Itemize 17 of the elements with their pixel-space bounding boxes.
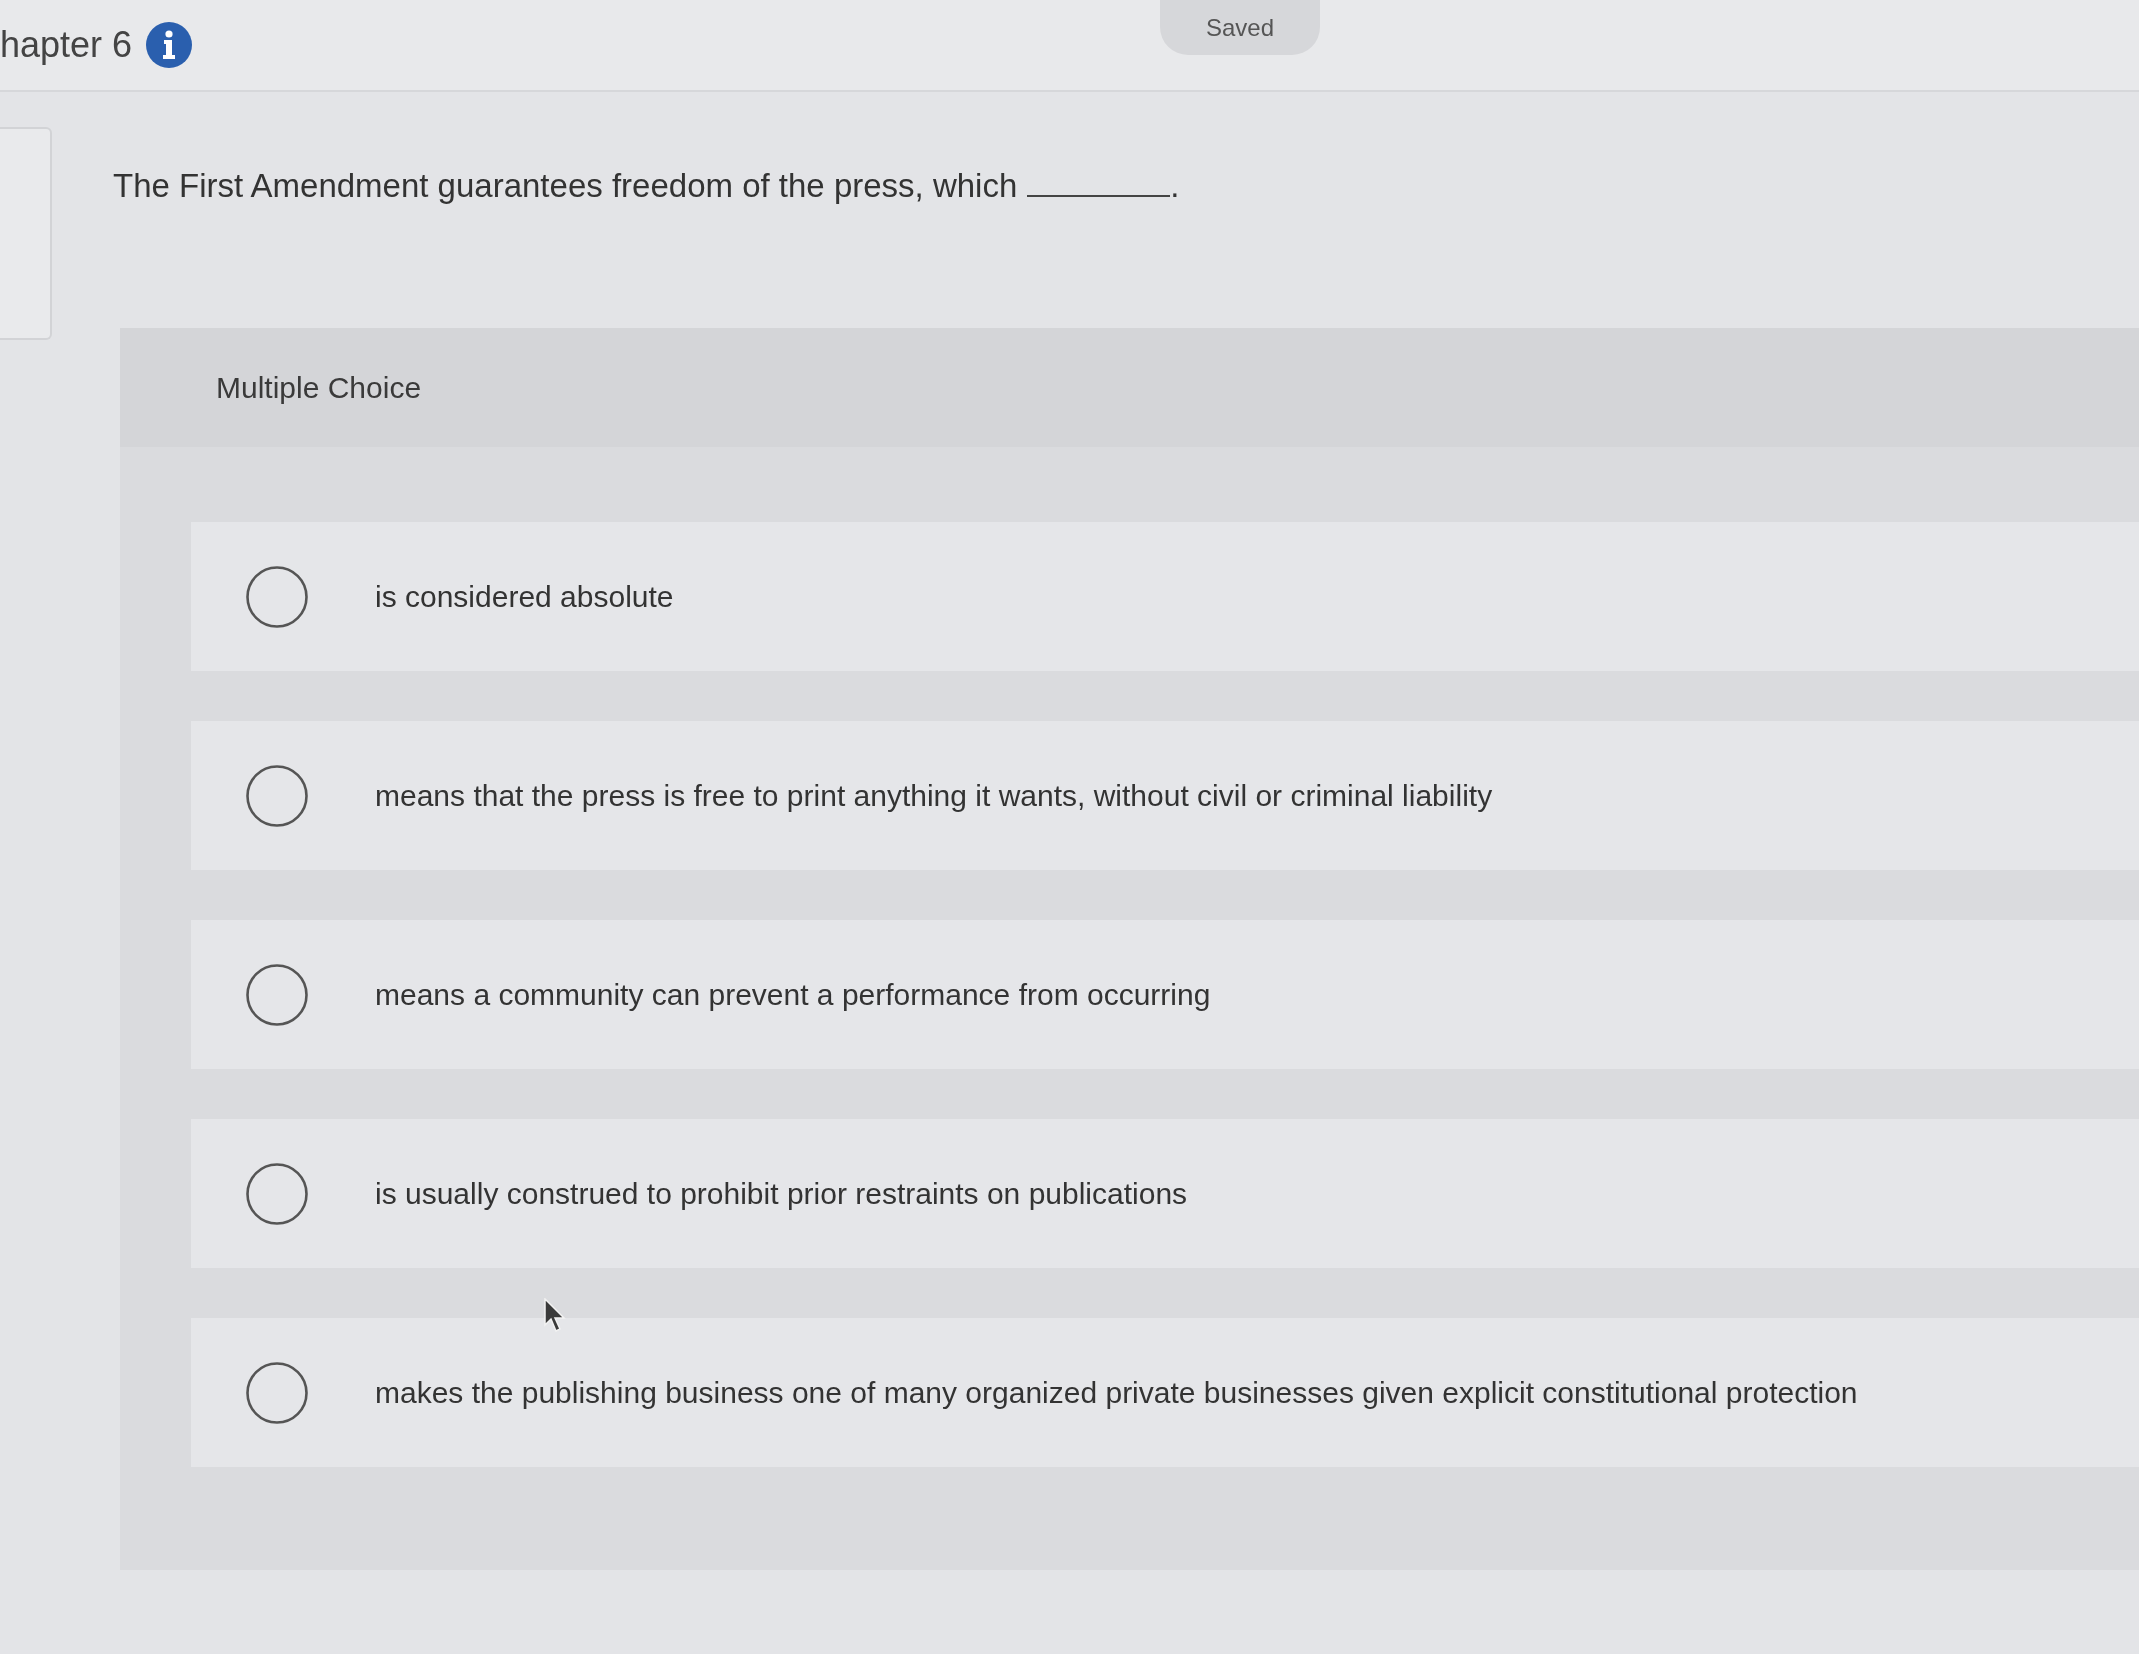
info-icon[interactable]: [146, 22, 193, 68]
question-end-mark: .: [1170, 167, 1180, 204]
chapter-title: hapter 6: [0, 24, 133, 66]
radio-button[interactable]: [246, 565, 308, 628]
radio-button[interactable]: [246, 1361, 308, 1424]
option-text: is usually construed to prohibit prior restraints on publications: [375, 1176, 1188, 1211]
radio-button[interactable]: [246, 1162, 308, 1225]
question-type-label: Multiple Choice: [216, 370, 422, 405]
option-text: means that the press is free to print anything it wants, without civil or criminal liability: [375, 778, 1493, 813]
mouse-pointer-icon: [544, 1298, 566, 1332]
option-text: is considered absolute: [375, 579, 674, 614]
radio-button[interactable]: [246, 764, 308, 827]
option-text: means a community can prevent a performance from occurring: [375, 977, 1211, 1012]
option-text: makes the publishing business one of many organized private businesses given explicit constitutional protection: [375, 1375, 1858, 1410]
saved-status: Saved: [1160, 0, 1320, 55]
question-text: The First Amendment guarantees freedom of the press, which: [113, 167, 1018, 204]
radio-button[interactable]: [246, 963, 308, 1026]
